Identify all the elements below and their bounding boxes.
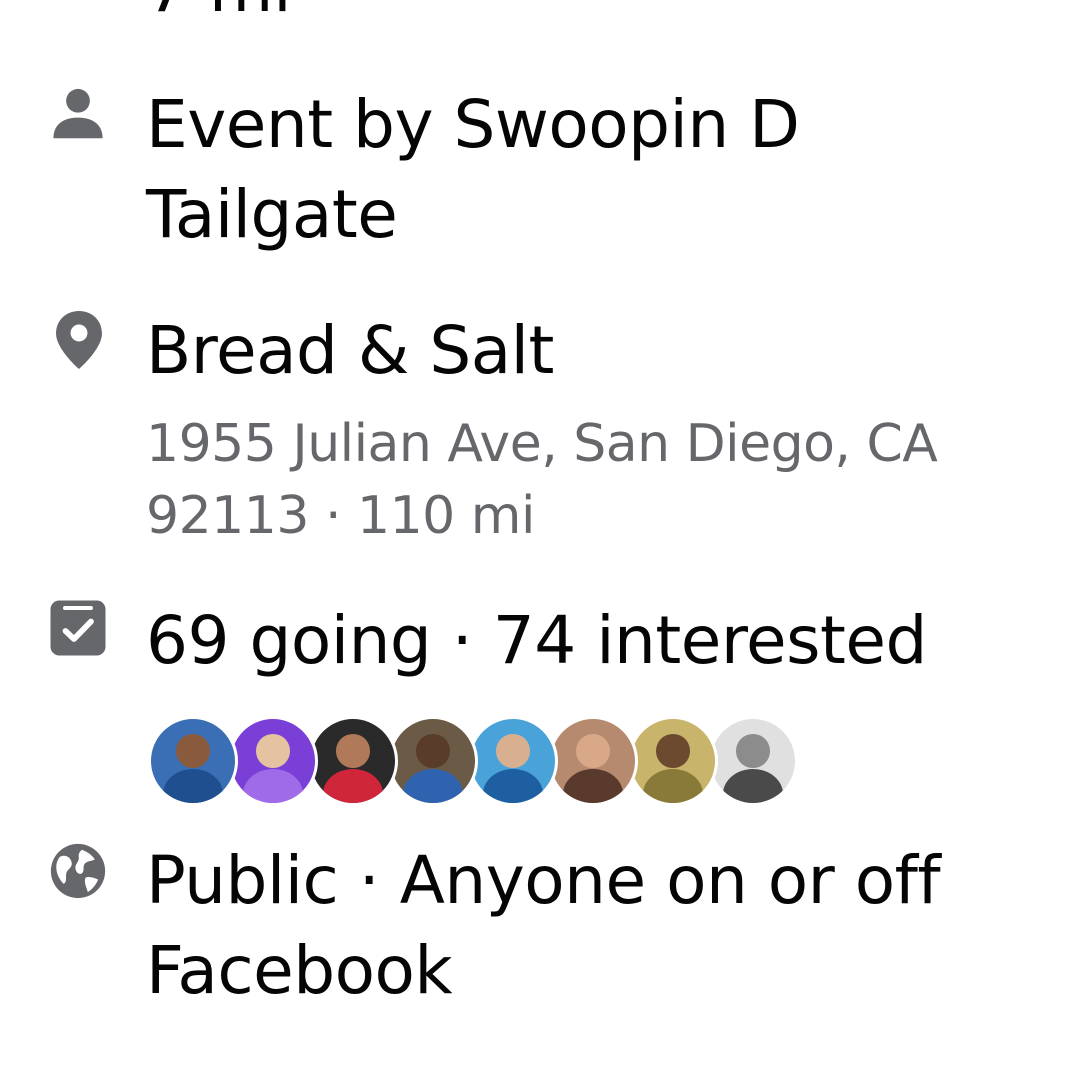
avatar-silhouette-head <box>496 734 530 768</box>
globe-icon <box>47 840 109 902</box>
location-address: 1955 Julian Ave, San Diego, CA 92113 · 1… <box>146 414 938 546</box>
avatar-silhouette-head <box>336 734 370 768</box>
avatar-silhouette-body <box>322 769 384 803</box>
avatar-silhouette-head <box>256 734 290 768</box>
avatar-silhouette-head <box>736 734 770 768</box>
attendee-avatar-4[interactable] <box>388 716 478 806</box>
avatar-silhouette-body <box>642 769 704 803</box>
attendance-text: 69 going · 74 interested <box>146 602 927 679</box>
avatar-silhouette-body <box>242 769 304 803</box>
avatar-silhouette-body <box>722 769 784 803</box>
attendee-avatar-5[interactable] <box>468 716 558 806</box>
attendee-avatar-3[interactable] <box>308 716 398 806</box>
avatar-silhouette-head <box>656 734 690 768</box>
avatar-silhouette-head <box>176 734 210 768</box>
avatar-silhouette-head <box>576 734 610 768</box>
attendee-avatars[interactable] <box>148 716 798 808</box>
attendee-avatar-6[interactable] <box>548 716 638 806</box>
event-details: 7 mi Event by Swoopin D Tailgate Bread &… <box>0 0 1080 1080</box>
attendee-avatar-2[interactable] <box>228 716 318 806</box>
avatar-silhouette-body <box>482 769 544 803</box>
avatar-silhouette-body <box>562 769 624 803</box>
attendee-avatar-1[interactable] <box>148 716 238 806</box>
attendee-avatar-8[interactable] <box>708 716 798 806</box>
distance-text-clipped: 7 mi <box>146 0 292 22</box>
calendar-check-icon <box>48 598 108 658</box>
map-pin-icon <box>50 308 108 372</box>
location-name: Bread & Salt <box>146 312 554 389</box>
person-icon <box>47 84 109 146</box>
host-text: Event by Swoopin D Tailgate <box>146 86 800 253</box>
avatar-silhouette-body <box>402 769 464 803</box>
avatar-silhouette-head <box>416 734 450 768</box>
privacy-text: Public · Anyone on or off Facebook <box>146 842 941 1009</box>
attendee-avatar-7[interactable] <box>628 716 718 806</box>
avatar-silhouette-body <box>162 769 224 803</box>
